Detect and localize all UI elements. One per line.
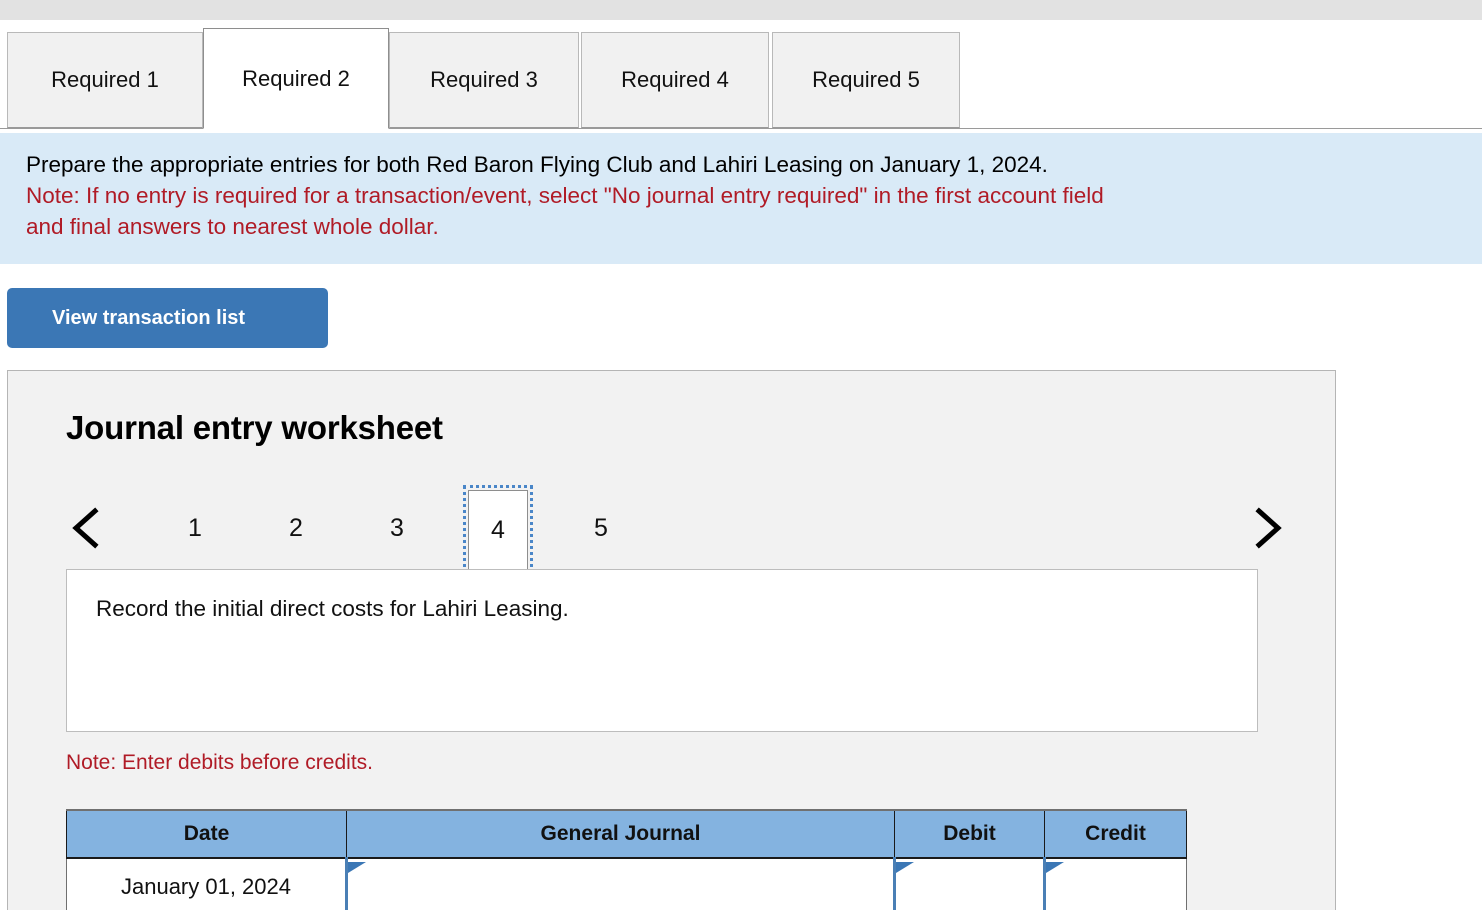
pager-page-1-label: 1: [188, 513, 202, 542]
tab-required-5[interactable]: Required 5: [772, 32, 960, 128]
instruction-text: Prepare the appropriate entries for both…: [26, 152, 1048, 177]
chevron-left-icon[interactable]: [66, 504, 110, 552]
cell-marker-icon: [896, 862, 914, 884]
tab-required-1-label: Required 1: [51, 67, 159, 92]
top-chrome-strip: [0, 0, 1482, 20]
instruction-banner: Prepare the appropriate entries for both…: [0, 133, 1482, 264]
pager-page-3[interactable]: 3: [367, 494, 427, 562]
tab-required-2-label: Required 2: [242, 65, 350, 91]
cell-debit-input[interactable]: [893, 857, 1045, 910]
transaction-description-text: Record the initial direct costs for Lahi…: [96, 596, 569, 621]
pager-page-4-label: 4: [491, 515, 505, 544]
instruction-note-line-2: and final answers to nearest whole dolla…: [26, 214, 439, 239]
view-transaction-list-button[interactable]: View transaction list: [7, 288, 328, 348]
debits-before-credits-note: Note: Enter debits before credits.: [66, 751, 373, 774]
cell-credit-input[interactable]: [1043, 857, 1187, 910]
column-header-general-journal: General Journal: [346, 809, 895, 859]
tab-required-3-label: Required 3: [430, 67, 538, 92]
worksheet-pager: 1 2 3 4 5: [8, 485, 1335, 575]
cell-general-journal-input[interactable]: [345, 857, 895, 910]
tab-required-2[interactable]: Required 2: [203, 28, 389, 129]
pager-page-1[interactable]: 1: [165, 494, 225, 562]
pager-page-2[interactable]: 2: [266, 494, 326, 562]
tab-required-4-label: Required 4: [621, 67, 729, 92]
pager-page-5-label: 5: [594, 513, 608, 542]
tab-required-5-label: Required 5: [812, 67, 920, 92]
table-row: January 01, 2024: [66, 857, 1187, 910]
transaction-description-box: Record the initial direct costs for Lahi…: [66, 569, 1258, 732]
required-tabs-bar: Required 1 Required 2 Required 3 Require…: [0, 20, 1482, 130]
column-header-debit: Debit: [894, 809, 1045, 859]
column-header-date: Date: [66, 809, 347, 859]
cell-marker-icon: [1046, 862, 1064, 884]
column-header-credit: Credit: [1044, 809, 1187, 859]
pager-page-3-label: 3: [390, 513, 404, 542]
table-header-row: Date General Journal Debit Credit: [66, 809, 1187, 859]
cell-marker-icon: [348, 862, 366, 884]
pager-page-2-label: 2: [289, 513, 303, 542]
tab-required-3[interactable]: Required 3: [389, 32, 579, 128]
tab-required-1[interactable]: Required 1: [7, 32, 203, 128]
page-title: Journal entry worksheet: [66, 409, 443, 446]
pager-page-4[interactable]: 4: [463, 485, 533, 575]
tab-required-4[interactable]: Required 4: [581, 32, 769, 128]
cell-date: January 01, 2024: [66, 857, 347, 910]
instruction-note-line-1: Note: If no entry is required for a tran…: [26, 183, 1104, 208]
chevron-right-icon[interactable]: [1244, 504, 1288, 552]
journal-entry-table: Date General Journal Debit Credit Januar…: [66, 809, 1187, 910]
journal-entry-worksheet-panel: Journal entry worksheet 1 2 3 4 5 Record…: [7, 370, 1336, 910]
pager-page-5[interactable]: 5: [571, 494, 631, 562]
